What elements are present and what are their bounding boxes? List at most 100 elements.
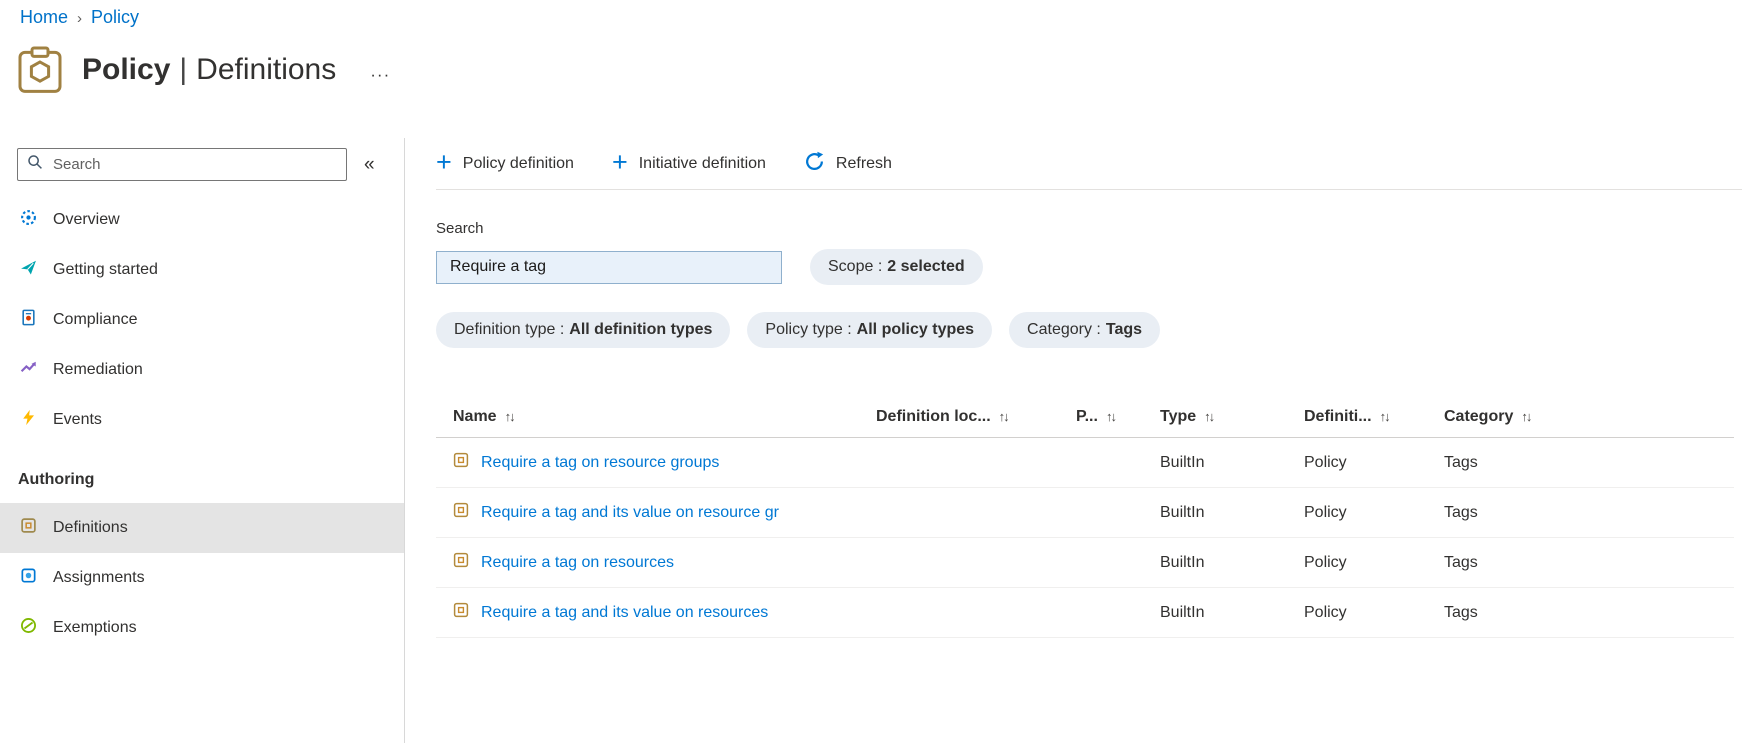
policy-link[interactable]: Require a tag and its value on resource … [481, 504, 779, 522]
cell-type: BuiltIn [1160, 603, 1205, 621]
sidebar: « Overview Getting s [0, 138, 405, 743]
pill-value: Tags [1105, 321, 1143, 338]
policy-definition-label: Policy definition [462, 154, 574, 172]
policy-link[interactable]: Require a tag on resource groups [481, 454, 719, 472]
cell-definition-type: Policy [1304, 503, 1347, 521]
remediation-icon [20, 359, 37, 381]
events-icon [20, 409, 37, 431]
filter-pill-policy-type[interactable]: Policy type : All policy types [747, 312, 993, 348]
cell-definition-type: Policy [1304, 453, 1347, 471]
sidebar-item-events[interactable]: Events [0, 395, 404, 445]
assignments-icon [20, 567, 37, 589]
sidebar-item-label: Compliance [53, 311, 138, 328]
sidebar-search-box[interactable] [17, 148, 347, 181]
policy-link[interactable]: Require a tag on resources [481, 554, 674, 572]
cell-definition-type: Policy [1304, 553, 1347, 571]
page-title-separator: | [179, 53, 188, 86]
policy-icon [18, 46, 62, 94]
cell-type: BuiltIn [1160, 553, 1205, 571]
filter-pill-category[interactable]: Category : Tags [1009, 312, 1161, 348]
sort-icon: ↑↓ [1379, 409, 1391, 424]
table-header-row: Name ↑↓ Definition loc... ↑↓ P... ↑↓ Typ… [436, 396, 1734, 438]
column-label: Definiti... [1304, 407, 1372, 425]
title-bar: Policy | Definitions ··· [18, 46, 394, 94]
sidebar-item-compliance[interactable]: Compliance [0, 295, 404, 345]
sort-icon: ↑↓ [1105, 409, 1117, 424]
policy-definition-icon [453, 552, 469, 573]
collapse-sidebar-button[interactable]: « [360, 154, 379, 176]
more-button[interactable]: ··· [366, 55, 394, 85]
cell-type: BuiltIn [1160, 503, 1205, 521]
cell-definition-type: Policy [1304, 603, 1347, 621]
sidebar-item-overview[interactable]: Overview [0, 195, 404, 245]
column-header-type[interactable]: Type ↑↓ [1160, 408, 1304, 426]
column-label: Category [1444, 407, 1514, 425]
cell-category: Tags [1444, 603, 1478, 621]
column-label: P... [1076, 407, 1098, 425]
refresh-label: Refresh [835, 154, 892, 172]
page-title-secondary: Definitions [196, 53, 337, 86]
pill-label: Policy type : [765, 321, 852, 338]
column-header-name[interactable]: Name ↑↓ [436, 408, 876, 426]
column-header-definition-location[interactable]: Definition loc... ↑↓ [876, 408, 1076, 426]
breadcrumb-policy-link[interactable]: Policy [91, 7, 139, 28]
cell-name: Require a tag on resource groups [436, 452, 876, 473]
cell-type: BuiltIn [1160, 453, 1205, 471]
policy-definition-button[interactable]: + Policy definition [436, 147, 574, 177]
chevron-right-icon: › [77, 10, 83, 27]
search-icon [27, 154, 43, 175]
column-header-definition-type[interactable]: Definiti... ↑↓ [1304, 408, 1444, 426]
sidebar-item-definitions[interactable]: Definitions [0, 503, 404, 553]
pill-label: Scope : [828, 258, 883, 275]
table-row[interactable]: Require a tag on resources BuiltIn Polic… [436, 538, 1734, 588]
sidebar-item-getting-started[interactable]: Getting started [0, 245, 404, 295]
column-label: Type [1160, 407, 1197, 425]
table-row[interactable]: Require a tag and its value on resource … [436, 488, 1734, 538]
pill-label: Definition type : [454, 321, 565, 338]
column-header-policies[interactable]: P... ↑↓ [1076, 408, 1160, 426]
pill-value: All definition types [569, 321, 713, 338]
policy-link[interactable]: Require a tag and its value on resources [481, 604, 768, 622]
sidebar-item-label: Exemptions [53, 619, 137, 636]
table-row[interactable]: Require a tag on resource groups BuiltIn… [436, 438, 1734, 488]
filter-pill-definition-type[interactable]: Definition type : All definition types [436, 312, 731, 348]
column-header-category[interactable]: Category ↑↓ [1444, 408, 1734, 426]
sidebar-item-exemptions[interactable]: Exemptions [0, 603, 404, 653]
sidebar-item-label: Remediation [53, 361, 143, 378]
overview-icon [20, 209, 37, 231]
getting-started-icon [20, 259, 37, 281]
definition-search-box[interactable] [436, 250, 782, 284]
pill-value: 2 selected [887, 258, 965, 275]
initiative-definition-label: Initiative definition [638, 154, 766, 172]
pill-label: Category : [1027, 321, 1101, 338]
sort-icon: ↑↓ [1204, 409, 1215, 424]
breadcrumb-home-link[interactable]: Home [20, 7, 68, 28]
refresh-button[interactable]: Refresh [804, 151, 892, 177]
sidebar-item-assignments[interactable]: Assignments [0, 553, 404, 603]
table-row[interactable]: Require a tag and its value on resources… [436, 588, 1734, 638]
definitions-icon [20, 517, 37, 539]
column-label: Definition loc... [876, 407, 991, 425]
sidebar-item-remediation[interactable]: Remediation [0, 345, 404, 395]
filter-search-label: Search [436, 220, 484, 237]
plus-icon: + [436, 147, 452, 177]
page-title: Policy | Definitions [82, 53, 336, 87]
exemptions-icon [20, 617, 37, 639]
sidebar-search-input[interactable] [51, 155, 337, 174]
sidebar-search-row: « [17, 148, 404, 181]
initiative-definition-button[interactable]: + Initiative definition [611, 147, 766, 177]
definition-search-input[interactable] [448, 257, 770, 277]
sidebar-item-label: Overview [53, 211, 120, 228]
main-content: + Policy definition + Initiative definit… [436, 138, 1742, 743]
sidebar-item-label: Definitions [53, 519, 128, 536]
cell-category: Tags [1444, 553, 1478, 571]
cell-category: Tags [1444, 503, 1478, 521]
command-bar: + Policy definition + Initiative definit… [436, 138, 1742, 190]
cell-name: Require a tag and its value on resource … [436, 502, 876, 523]
compliance-icon [20, 309, 37, 331]
plus-icon: + [611, 147, 628, 177]
sidebar-section-authoring: Authoring [18, 471, 95, 488]
sort-icon: ↑↓ [998, 409, 1010, 424]
filter-pill-scope[interactable]: Scope : 2 selected [810, 249, 983, 285]
column-label: Name [453, 407, 497, 425]
